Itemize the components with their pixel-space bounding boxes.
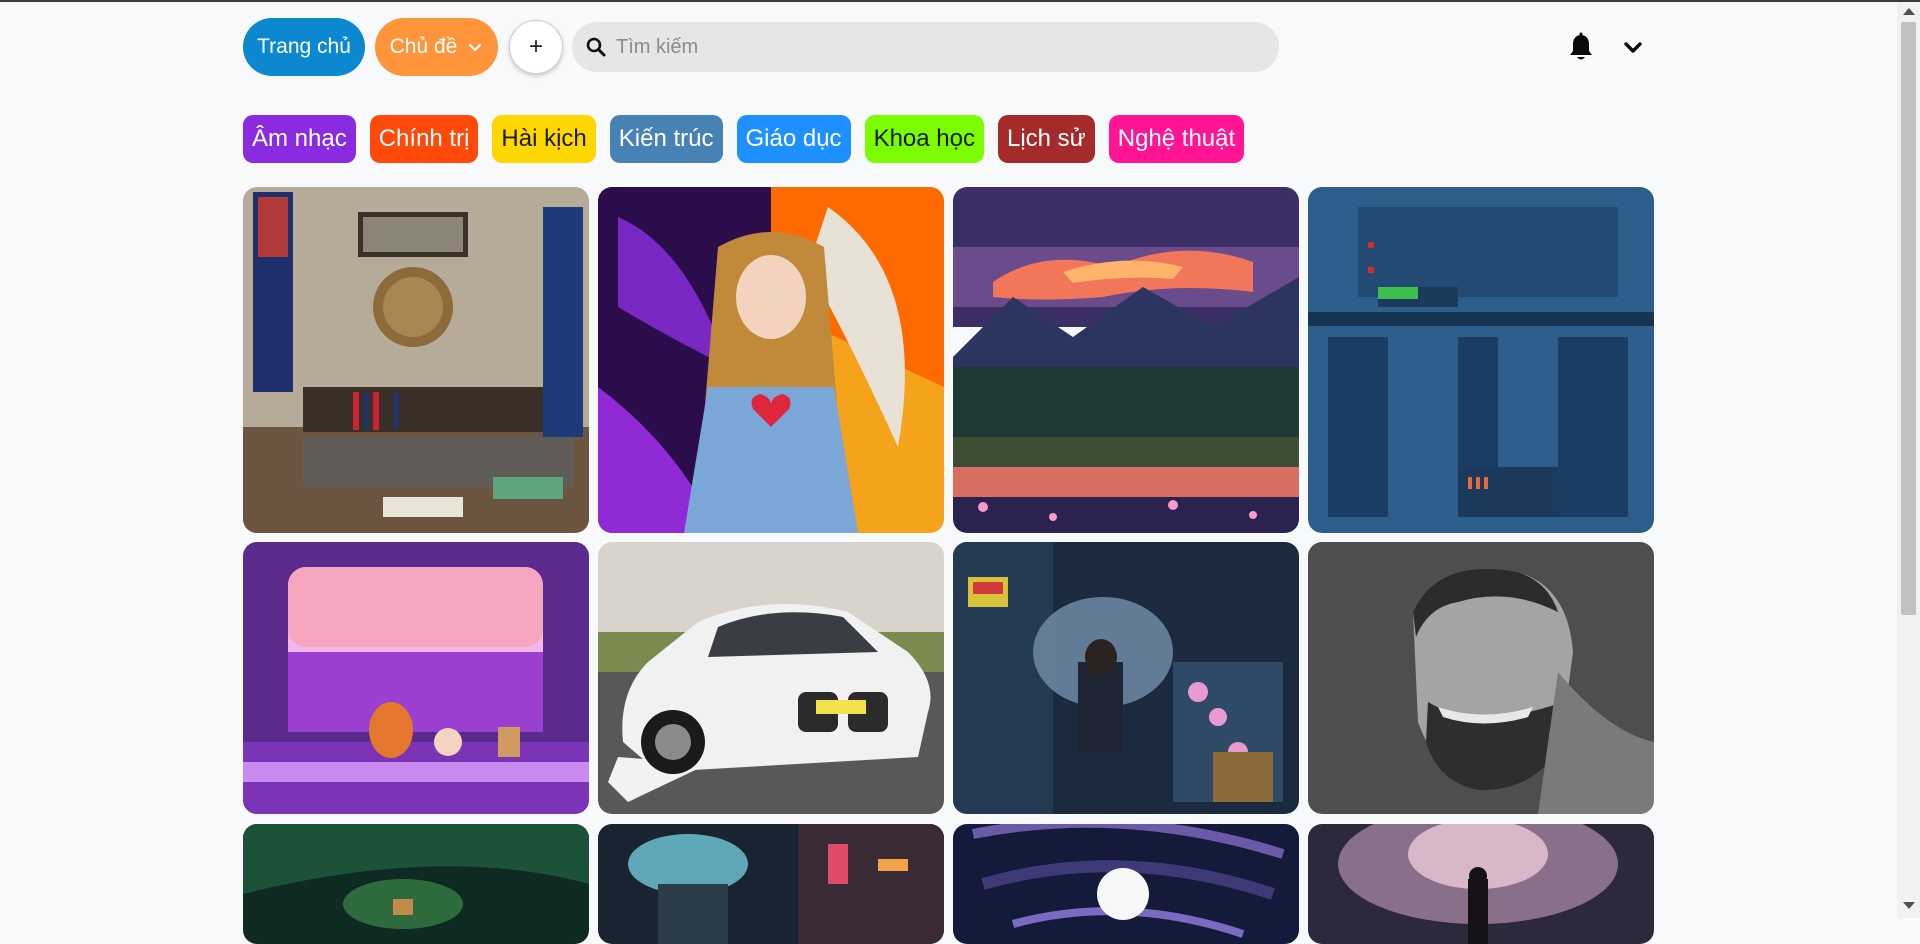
gallery-item-space-vortex[interactable] bbox=[953, 824, 1299, 944]
topic-dropdown-button[interactable]: Chủ đề bbox=[375, 18, 498, 76]
account-chevron-icon[interactable] bbox=[1621, 36, 1645, 60]
gallery-item-cyberpunk-street[interactable] bbox=[598, 824, 944, 944]
topic-label: Chủ đề bbox=[389, 35, 458, 58]
space-vortex-image bbox=[953, 824, 1299, 944]
forest-image bbox=[243, 824, 589, 944]
portrait-image bbox=[1308, 542, 1654, 814]
category-nghe-thuat[interactable]: Nghệ thuật bbox=[1108, 115, 1245, 163]
category-bar: Âm nhạc Chính trị Hài kịch Kiến trúc Giá… bbox=[243, 115, 1245, 163]
office-desk-image bbox=[243, 187, 589, 533]
rainy-market-image bbox=[953, 542, 1299, 814]
gallery-item-bearded-man-portrait[interactable] bbox=[1308, 542, 1654, 814]
search-icon bbox=[586, 37, 606, 57]
gallery-item-white-bmw-car[interactable] bbox=[598, 542, 944, 814]
search-bar[interactable] bbox=[572, 22, 1279, 72]
category-giao-duc[interactable]: Giáo dục bbox=[736, 115, 851, 163]
gallery-item-office-desk[interactable] bbox=[243, 187, 589, 533]
pixel-sunset-image bbox=[953, 187, 1299, 533]
plus-icon: + bbox=[528, 33, 543, 60]
bell-icon[interactable] bbox=[1566, 32, 1596, 64]
cyberpunk-image bbox=[598, 824, 944, 944]
gallery-item-forest-scene[interactable] bbox=[243, 824, 589, 944]
gallery-item-rainy-market-girl[interactable] bbox=[953, 542, 1299, 814]
category-lich-su[interactable]: Lịch sử bbox=[997, 115, 1095, 163]
category-khoa-hoc[interactable]: Khoa học bbox=[864, 115, 984, 163]
category-kien-truc[interactable]: Kiến trúc bbox=[609, 115, 723, 163]
category-am-nhac[interactable]: Âm nhạc bbox=[243, 115, 356, 163]
scrollbar-thumb[interactable] bbox=[1901, 22, 1916, 615]
chevron-down-icon bbox=[469, 43, 482, 52]
angel-demon-image bbox=[598, 187, 944, 533]
misty-figure-image bbox=[1308, 824, 1654, 944]
category-chinh-tri[interactable]: Chính trị bbox=[369, 115, 479, 163]
home-button[interactable]: Trang chủ bbox=[243, 18, 365, 76]
category-hai-kich[interactable]: Hài kịch bbox=[492, 115, 596, 163]
add-button[interactable]: + bbox=[509, 20, 563, 74]
header: Trang chủ Chủ đề + bbox=[243, 18, 1656, 76]
gallery-item-angel-demon-girl[interactable] bbox=[598, 187, 944, 533]
car-image bbox=[598, 542, 944, 814]
gallery-item-pixel-machinery[interactable] bbox=[1308, 187, 1654, 533]
train-window-image bbox=[243, 542, 589, 814]
window-top-border bbox=[0, 0, 1920, 2]
pixel-machinery-image bbox=[1308, 187, 1654, 533]
scroll-down-arrow-icon[interactable] bbox=[1903, 902, 1915, 909]
search-input[interactable] bbox=[616, 35, 1256, 59]
gallery-item-pixel-sunset-lake[interactable] bbox=[953, 187, 1299, 533]
scroll-up-arrow-icon[interactable] bbox=[1903, 8, 1915, 15]
gallery-item-misty-figure[interactable] bbox=[1308, 824, 1654, 944]
gallery-item-train-window-corgi[interactable] bbox=[243, 542, 589, 814]
